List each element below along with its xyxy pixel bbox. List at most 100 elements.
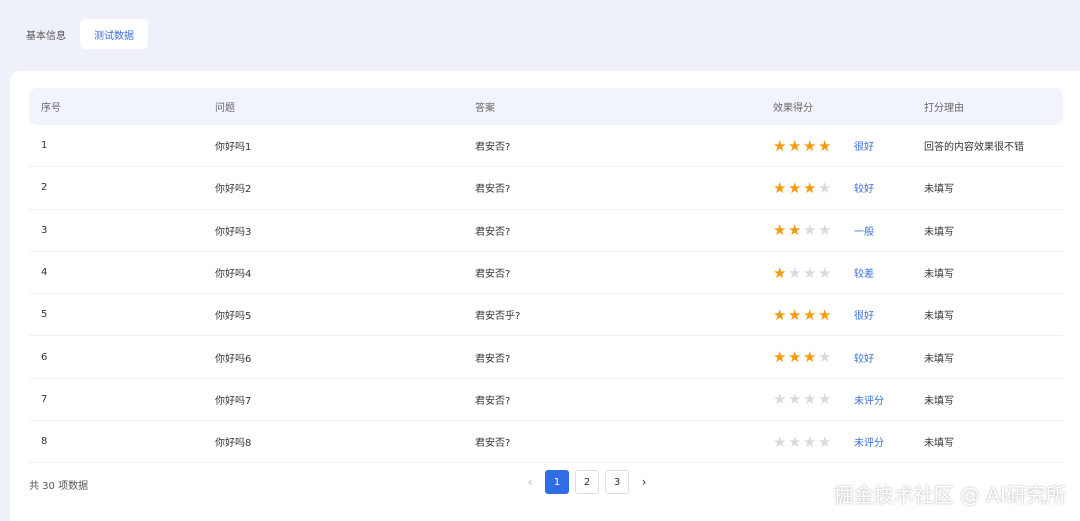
star-icon[interactable]: ★ bbox=[803, 223, 817, 238]
page-button-2[interactable]: 2 bbox=[575, 470, 599, 494]
cell-index: 6 bbox=[41, 351, 48, 363]
cell-score: ★ ★ ★ ★ 未评分 bbox=[761, 434, 912, 449]
page-button-1[interactable]: 1 bbox=[545, 470, 569, 494]
star-rating[interactable]: ★ ★ ★ ★ bbox=[773, 138, 854, 153]
cell-question: 你好吗3 bbox=[215, 226, 252, 238]
header-reason: 打分理由 bbox=[924, 103, 964, 114]
cell-answer: 君安否? bbox=[475, 226, 511, 238]
cell-index: 4 bbox=[41, 267, 48, 279]
star-icon[interactable]: ★ bbox=[788, 350, 802, 365]
cell-answer: 君安否乎? bbox=[475, 311, 521, 323]
star-icon[interactable]: ★ bbox=[818, 434, 832, 449]
star-icon[interactable]: ★ bbox=[773, 180, 787, 195]
star-rating[interactable]: ★ ★ ★ ★ bbox=[773, 307, 854, 322]
star-icon[interactable]: ★ bbox=[773, 434, 787, 449]
header-index: 序号 bbox=[41, 103, 61, 114]
star-icon[interactable]: ★ bbox=[803, 265, 817, 280]
cell-index: 5 bbox=[41, 309, 48, 321]
table-row: 4 你好吗4 君安否? ★ ★ ★ ★ 较差 未填写 bbox=[29, 252, 1063, 295]
cell-reason: 回答的内容效果很不错 bbox=[924, 142, 1024, 154]
chevron-left-icon[interactable]: ‹ bbox=[518, 470, 542, 494]
test-data-table: 序号 问题 答案 效果得分 打分理由 1 你好吗1 君安否? ★ ★ ★ ★ 很好 回答的内容效… bbox=[29, 88, 1063, 464]
tab-test-data[interactable]: 测试数据 bbox=[80, 19, 148, 49]
star-icon[interactable]: ★ bbox=[818, 350, 832, 365]
table-row: 6 你好吗6 君安否? ★ ★ ★ ★ 较好 未填写 bbox=[29, 336, 1063, 379]
star-icon[interactable]: ★ bbox=[818, 180, 832, 195]
star-icon[interactable]: ★ bbox=[803, 434, 817, 449]
star-icon[interactable]: ★ bbox=[773, 138, 787, 153]
star-rating[interactable]: ★ ★ ★ ★ bbox=[773, 265, 854, 280]
test-data-panel: 序号 问题 答案 效果得分 打分理由 1 你好吗1 君安否? ★ ★ ★ ★ 很好 回答的内容效… bbox=[10, 71, 1080, 521]
star-icon[interactable]: ★ bbox=[803, 138, 817, 153]
star-icon[interactable]: ★ bbox=[773, 392, 787, 407]
star-icon[interactable]: ★ bbox=[788, 180, 802, 195]
cell-reason: 未填写 bbox=[924, 353, 954, 365]
star-icon[interactable]: ★ bbox=[773, 350, 787, 365]
star-rating[interactable]: ★ ★ ★ ★ bbox=[773, 350, 854, 365]
star-icon[interactable]: ★ bbox=[788, 392, 802, 407]
star-icon[interactable]: ★ bbox=[788, 223, 802, 238]
star-rating[interactable]: ★ ★ ★ ★ bbox=[773, 434, 854, 449]
table-row: 8 你好吗8 君安否? ★ ★ ★ ★ 未评分 未填写 bbox=[29, 421, 1063, 464]
table-row: 5 你好吗5 君安否乎? ★ ★ ★ ★ 很好 未填写 bbox=[29, 294, 1063, 337]
header-question: 问题 bbox=[215, 103, 235, 114]
star-icon[interactable]: ★ bbox=[788, 307, 802, 322]
cell-score: ★ ★ ★ ★ 很好 bbox=[761, 307, 912, 322]
table-header: 序号 问题 答案 效果得分 打分理由 bbox=[29, 88, 1063, 125]
star-icon[interactable]: ★ bbox=[818, 392, 832, 407]
cell-score: ★ ★ ★ ★ 较好 bbox=[761, 180, 912, 195]
rating-label: 一般 bbox=[854, 226, 874, 238]
chevron-right-icon[interactable]: › bbox=[632, 470, 656, 494]
star-icon[interactable]: ★ bbox=[773, 265, 787, 280]
cell-reason: 未填写 bbox=[924, 226, 954, 238]
table-row: 7 你好吗7 君安否? ★ ★ ★ ★ 未评分 未填写 bbox=[29, 379, 1063, 422]
star-icon[interactable]: ★ bbox=[818, 138, 832, 153]
star-icon[interactable]: ★ bbox=[803, 350, 817, 365]
cell-answer: 君安否? bbox=[475, 353, 511, 365]
cell-score: ★ ★ ★ ★ 很好 bbox=[761, 138, 912, 153]
cell-reason: 未填写 bbox=[924, 269, 954, 281]
page-button-3[interactable]: 3 bbox=[605, 470, 629, 494]
rating-label: 未评分 bbox=[854, 395, 884, 407]
tab-bar: 基本信息 测试数据 bbox=[10, 17, 150, 51]
star-icon[interactable]: ★ bbox=[788, 265, 802, 280]
star-rating[interactable]: ★ ★ ★ ★ bbox=[773, 392, 854, 407]
rating-label: 很好 bbox=[854, 311, 874, 323]
cell-index: 7 bbox=[41, 393, 48, 405]
total-count: 共 30 项数据 bbox=[29, 481, 89, 492]
rating-label: 较差 bbox=[854, 269, 874, 281]
cell-reason: 未填写 bbox=[924, 184, 954, 196]
star-icon[interactable]: ★ bbox=[803, 180, 817, 195]
table-row: 3 你好吗3 君安否? ★ ★ ★ ★ 一般 未填写 bbox=[29, 210, 1063, 252]
pagination: ‹ 1 2 3 › bbox=[518, 470, 656, 494]
cell-answer: 君安否? bbox=[475, 184, 511, 196]
rating-label: 很好 bbox=[854, 142, 874, 154]
cell-question: 你好吗1 bbox=[215, 142, 252, 154]
header-score: 效果得分 bbox=[773, 103, 813, 114]
cell-question: 你好吗7 bbox=[215, 395, 252, 407]
star-icon[interactable]: ★ bbox=[818, 265, 832, 280]
cell-answer: 君安否? bbox=[475, 438, 511, 450]
cell-index: 2 bbox=[41, 182, 48, 194]
star-rating[interactable]: ★ ★ ★ ★ bbox=[773, 180, 854, 195]
star-icon[interactable]: ★ bbox=[773, 307, 787, 322]
table-row: 1 你好吗1 君安否? ★ ★ ★ ★ 很好 回答的内容效果很不错 bbox=[29, 125, 1063, 168]
star-icon[interactable]: ★ bbox=[788, 138, 802, 153]
star-icon[interactable]: ★ bbox=[788, 434, 802, 449]
tab-basic-info[interactable]: 基本信息 bbox=[12, 19, 80, 49]
rating-label: 未评分 bbox=[854, 438, 884, 450]
star-icon[interactable]: ★ bbox=[773, 223, 787, 238]
star-icon[interactable]: ★ bbox=[818, 307, 832, 322]
star-icon[interactable]: ★ bbox=[803, 392, 817, 407]
cell-question: 你好吗8 bbox=[215, 438, 252, 450]
star-icon[interactable]: ★ bbox=[818, 223, 832, 238]
cell-score: ★ ★ ★ ★ 较差 bbox=[761, 265, 912, 280]
star-icon[interactable]: ★ bbox=[803, 307, 817, 322]
star-rating[interactable]: ★ ★ ★ ★ bbox=[773, 223, 854, 238]
cell-reason: 未填写 bbox=[924, 395, 954, 407]
cell-index: 3 bbox=[41, 224, 48, 236]
watermark: 掘金技术社区 @ AI研究所 bbox=[833, 483, 1066, 507]
cell-reason: 未填写 bbox=[924, 438, 954, 450]
cell-score: ★ ★ ★ ★ 未评分 bbox=[761, 392, 912, 407]
cell-question: 你好吗6 bbox=[215, 353, 252, 365]
